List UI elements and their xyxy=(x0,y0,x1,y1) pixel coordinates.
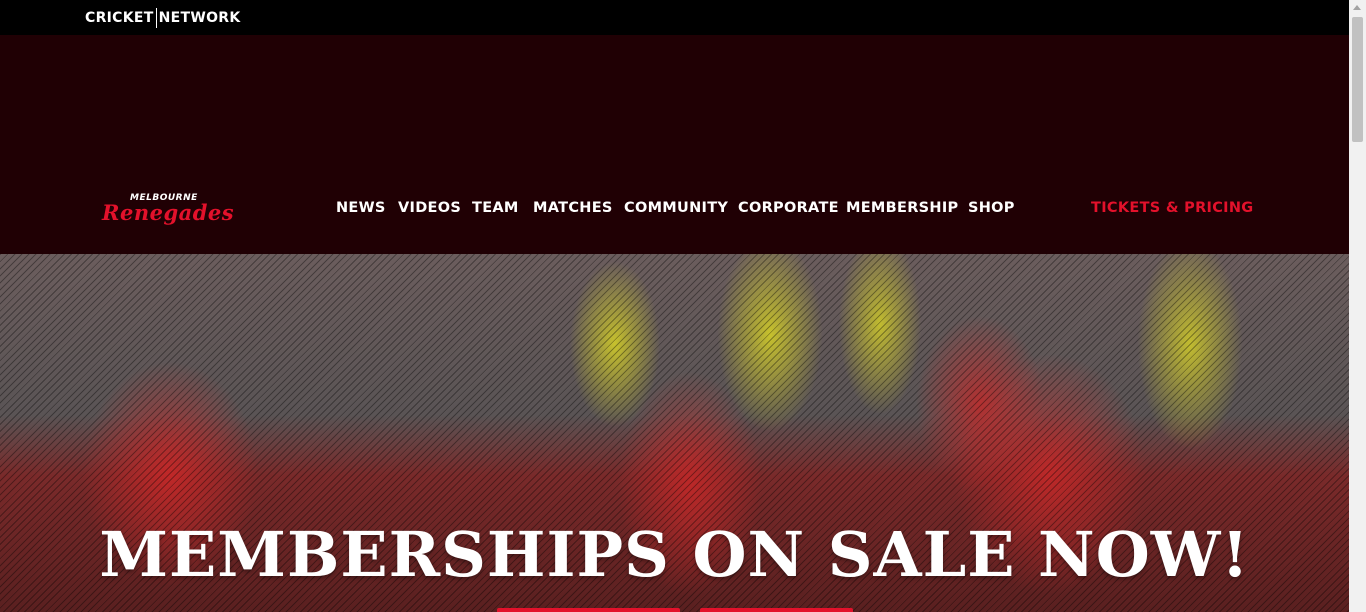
main-nav: NEWS VIDEOS TEAM MATCHES COMMUNITY CORPO… xyxy=(0,198,1349,218)
hero-cta-button-2[interactable] xyxy=(700,608,853,612)
hero-cta-row xyxy=(0,608,1349,612)
page-scrollbar[interactable] xyxy=(1349,0,1366,612)
hero-cta-button-1[interactable] xyxy=(497,608,680,612)
cricket-network-logo[interactable]: CRICKET NETWORK xyxy=(85,8,241,28)
tickets-pricing-link[interactable]: TICKETS & PRICING xyxy=(1091,198,1254,218)
cricket-network-logo-right: NETWORK xyxy=(158,10,241,26)
nav-item-corporate[interactable]: CORPORATE xyxy=(738,198,839,218)
nav-item-videos[interactable]: VIDEOS xyxy=(398,198,461,218)
cricket-network-logo-left: CRICKET xyxy=(85,10,154,26)
nav-item-community[interactable]: COMMUNITY xyxy=(624,198,728,218)
hero-title: MEMBERSHIPS ON SALE NOW! xyxy=(99,518,1250,591)
hero-banner: MEMBERSHIPS ON SALE NOW! xyxy=(0,254,1349,612)
nav-item-membership[interactable]: MEMBERSHIP xyxy=(846,198,959,218)
nav-item-team[interactable]: TEAM xyxy=(472,198,519,218)
scroll-up-arrow-icon[interactable] xyxy=(1353,5,1361,10)
scroll-thumb[interactable] xyxy=(1352,17,1363,142)
site-header: MELBOURNE Renegades NEWS VIDEOS TEAM MAT… xyxy=(0,35,1349,254)
logo-divider xyxy=(155,8,157,28)
cricket-network-bar: CRICKET NETWORK xyxy=(0,0,1349,35)
nav-item-shop[interactable]: SHOP xyxy=(968,198,1015,218)
nav-item-news[interactable]: NEWS xyxy=(336,198,386,218)
ad-banner-space xyxy=(0,35,1349,165)
nav-item-matches[interactable]: MATCHES xyxy=(533,198,613,218)
